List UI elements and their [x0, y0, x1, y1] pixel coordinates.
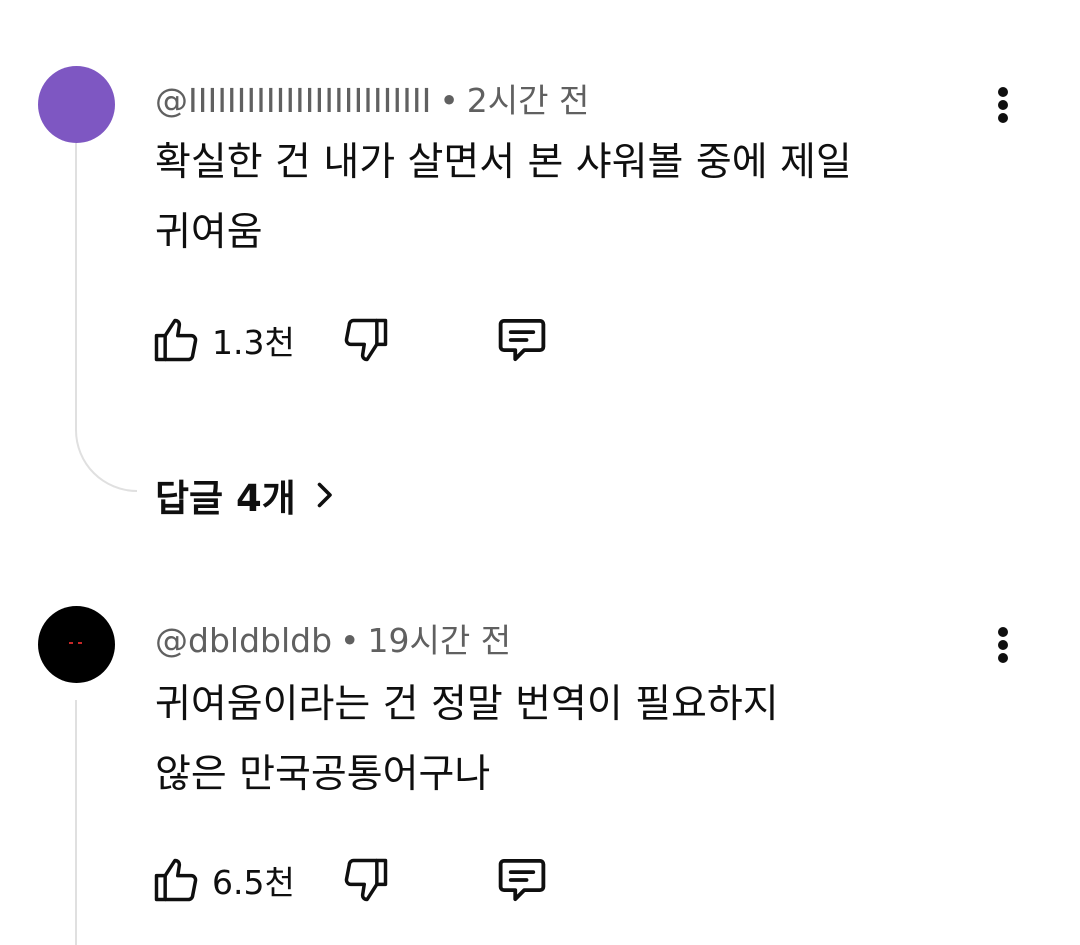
dislike-button[interactable] [340, 850, 392, 910]
avatar[interactable] [38, 66, 115, 143]
like-button[interactable]: 1.3천 [150, 310, 295, 370]
like-count: 6.5천 [212, 863, 295, 902]
more-options-button[interactable] [985, 618, 1021, 674]
comment-time: 19시간 전 [367, 621, 512, 660]
thread-line [75, 143, 77, 430]
comment-meta: @dbldbldb • 19시간 전 [155, 614, 511, 662]
more-options-button[interactable] [985, 78, 1021, 134]
comment-text-line: 않은 만국공통어구나 [155, 752, 491, 797]
thumbs-down-icon [344, 858, 388, 902]
thumbs-down-icon [344, 318, 388, 362]
thread-line [75, 700, 77, 945]
chevron-right-icon [317, 482, 332, 508]
comment-time: 2시간 전 [466, 81, 590, 120]
reply-button[interactable] [495, 310, 549, 370]
avatar-detail [69, 642, 73, 644]
dislike-button[interactable] [340, 310, 392, 370]
comment-meta: @IIIIIIIIIIIIIIIIIIIIIIIII • 2시간 전 [155, 74, 589, 122]
like-button[interactable]: 6.5천 [150, 850, 295, 910]
replies-label: 답글 4개 [155, 477, 296, 520]
comment-1: @IIIIIIIIIIIIIIIIIIIIIIIII • 2시간 전 확실한 건 내… [0, 0, 1080, 560]
like-count: 1.3천 [212, 323, 295, 362]
comment-text-line: 귀여움이라는 건 정말 번역이 필요하지 [155, 682, 779, 727]
comment-actions: 1.3천 [150, 310, 570, 370]
thumbs-up-icon [154, 318, 198, 362]
avatar-detail [78, 642, 82, 644]
thumbs-up-icon [154, 858, 198, 902]
meta-separator: • [439, 81, 459, 120]
more-vert-icon [998, 87, 1008, 123]
comment-2: @dbldbldb • 19시간 전 귀여움이라는 건 정말 번역이 필요하지 않은… [0, 560, 1080, 945]
avatar[interactable] [38, 606, 115, 683]
thread-curve [75, 430, 137, 492]
replies-button[interactable]: 답글 4개 [155, 468, 342, 522]
comment-text-line: 귀여움 [155, 210, 263, 255]
comment-actions: 6.5천 [150, 850, 570, 910]
reply-button[interactable] [495, 850, 549, 910]
comment-text: 귀여움이라는 건 정말 번역이 필요하지 않은 만국공통어구나 [155, 670, 1015, 810]
more-vert-icon [998, 627, 1008, 663]
comment-icon [498, 318, 546, 362]
comment-text-line: 확실한 건 내가 살면서 본 샤워볼 중에 제일 [155, 140, 852, 185]
meta-separator: • [340, 621, 360, 660]
comment-author[interactable]: @IIIIIIIIIIIIIIIIIIIIIIIII [155, 81, 431, 120]
comment-icon [498, 858, 546, 902]
comment-text: 확실한 건 내가 살면서 본 샤워볼 중에 제일 귀여움 [155, 128, 1015, 268]
comment-author[interactable]: @dbldbldb [155, 621, 332, 660]
